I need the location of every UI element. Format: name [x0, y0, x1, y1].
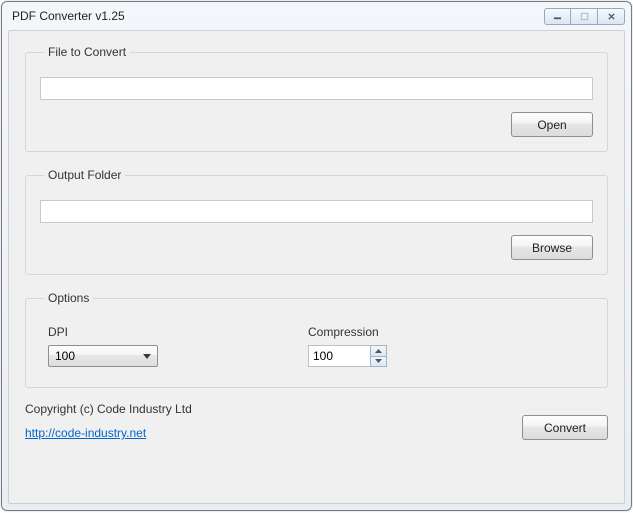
output-folder-input[interactable]: [40, 200, 593, 223]
file-to-convert-input[interactable]: [40, 77, 593, 100]
titlebar: PDF Converter v1.25: [2, 2, 631, 30]
window-title: PDF Converter v1.25: [12, 9, 544, 23]
chevron-down-icon: [375, 359, 382, 363]
footer: Copyright (c) Code Industry Ltd http://c…: [25, 402, 608, 440]
compression-step-up[interactable]: [370, 345, 387, 357]
website-link[interactable]: http://code-industry.net: [25, 426, 192, 440]
compression-label: Compression: [308, 325, 387, 339]
minimize-icon: [553, 12, 562, 21]
file-to-convert-group: File to Convert Open: [25, 45, 608, 152]
app-window: PDF Converter v1.25 File to Convert Open…: [1, 1, 632, 511]
copyright-text: Copyright (c) Code Industry Ltd: [25, 402, 192, 416]
browse-button[interactable]: Browse: [511, 235, 593, 260]
options-group: Options DPI 100 Compression: [25, 291, 608, 388]
dpi-combobox[interactable]: 100: [48, 345, 158, 367]
output-folder-legend: Output Folder: [44, 168, 125, 182]
minimize-button[interactable]: [544, 8, 571, 25]
maximize-button: [571, 8, 598, 25]
window-controls: [544, 8, 625, 25]
close-icon: [607, 12, 616, 21]
convert-button[interactable]: Convert: [522, 415, 608, 440]
output-folder-group: Output Folder Browse: [25, 168, 608, 275]
maximize-icon: [580, 12, 589, 21]
chevron-up-icon: [375, 349, 382, 353]
file-to-convert-legend: File to Convert: [44, 45, 130, 59]
dpi-value: 100: [55, 349, 143, 363]
dpi-label: DPI: [48, 325, 248, 339]
chevron-down-icon: [143, 354, 151, 359]
options-legend: Options: [44, 291, 93, 305]
compression-step-down[interactable]: [370, 357, 387, 368]
compression-input[interactable]: [308, 345, 370, 367]
open-button[interactable]: Open: [511, 112, 593, 137]
compression-spinner: [308, 345, 387, 367]
close-button[interactable]: [598, 8, 625, 25]
client-area: File to Convert Open Output Folder Brows…: [8, 30, 625, 504]
